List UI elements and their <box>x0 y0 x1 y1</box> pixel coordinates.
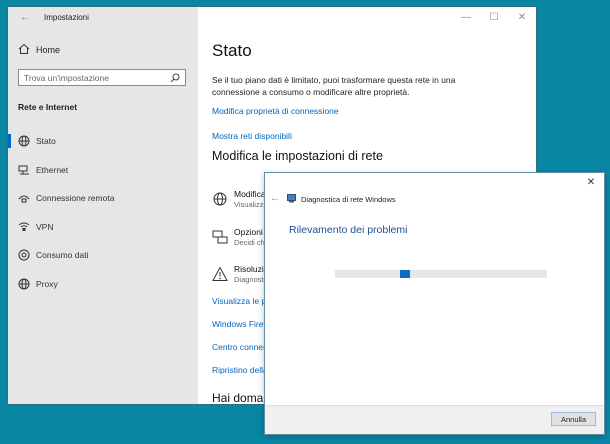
network-settings-heading: Modifica le impostazioni di rete <box>212 149 383 163</box>
ethernet-icon <box>18 164 30 176</box>
settings-titlebar: ← Impostazioni <box>8 7 536 29</box>
dialog-footer: Annulla <box>265 405 604 434</box>
view-properties-link[interactable]: Visualizza le p <box>212 296 266 306</box>
globe-icon <box>18 135 30 147</box>
data-usage-icon <box>18 249 30 261</box>
dialog-back-button[interactable]: ← <box>270 193 282 205</box>
home-icon <box>18 43 30 55</box>
close-button[interactable]: ✕ <box>514 10 530 26</box>
settings-sidebar: ← Impostazioni Home Trova un'impostazion… <box>8 7 198 404</box>
sidebar-item-label: Stato <box>36 136 56 146</box>
sidebar-item-label: VPN <box>36 222 54 232</box>
sidebar-item-proxy[interactable]: Proxy <box>8 274 198 294</box>
network-diagnostics-dialog: ✕ ← Diagnostica di rete Windows Rilevame… <box>264 172 605 435</box>
sharing-options-icon <box>212 229 228 245</box>
windows-firewall-link[interactable]: Windows Firev <box>212 319 268 329</box>
page-title: Stato <box>212 41 252 60</box>
sidebar-item-label: Connessione remota <box>36 193 115 203</box>
option-title: Opzioni <box>234 227 263 237</box>
option-subtitle: Diagnost <box>234 275 264 284</box>
cancel-button[interactable]: Annulla <box>551 412 596 426</box>
sidebar-item-connessione-remota[interactable]: Connessione remota <box>8 188 198 208</box>
network-reset-link[interactable]: Ripristino della <box>212 365 268 375</box>
progress-bar <box>335 270 547 278</box>
dialog-close-button[interactable]: ✕ <box>584 176 598 190</box>
maximize-button[interactable]: ☐ <box>486 10 502 26</box>
option-title: Modifica <box>234 189 266 199</box>
adapter-options-icon <box>212 191 228 207</box>
sidebar-item-label: Proxy <box>36 279 58 289</box>
dialog-app-title: Diagnostica di rete Windows <box>301 195 396 204</box>
proxy-icon <box>18 278 30 290</box>
section-title: Rete e Internet <box>18 102 78 112</box>
sidebar-item-ethernet[interactable]: Ethernet <box>8 160 198 180</box>
option-subtitle: Decidi ch <box>234 238 265 247</box>
sidebar-item-stato[interactable]: Stato <box>8 131 198 151</box>
sidebar-item-label: Ethernet <box>36 165 69 175</box>
warning-icon <box>212 266 228 282</box>
help-heading: Hai domar <box>212 391 268 404</box>
back-arrow-icon[interactable]: ← <box>18 11 32 25</box>
progress-indicator <box>400 270 410 278</box>
sidebar-item-consumo-dati[interactable]: Consumo dati <box>8 245 198 265</box>
diagnostics-app-icon <box>287 194 296 203</box>
sidebar-item-vpn[interactable]: VPN <box>8 217 198 237</box>
home-label: Home <box>36 45 61 55</box>
settings-search-input[interactable]: Trova un'impostazione <box>18 69 186 86</box>
vpn-icon <box>18 221 30 233</box>
connection-properties-link[interactable]: Modifica proprietà di connessione <box>212 106 339 116</box>
option-subtitle: Visualizza <box>234 200 268 209</box>
status-description: Se il tuo piano dati è limitato, puoi tr… <box>212 75 456 97</box>
dialup-icon <box>18 192 30 204</box>
option-title: Risoluzi <box>234 264 264 274</box>
available-networks-link[interactable]: Mostra reti disponibili <box>212 131 292 141</box>
network-center-link[interactable]: Centro conness <box>212 342 272 352</box>
search-placeholder: Trova un'impostazione <box>24 73 109 83</box>
sidebar-item-label: Consumo dati <box>36 250 89 260</box>
dialog-heading: Rilevamento dei problemi <box>289 224 408 236</box>
window-title: Impostazioni <box>44 13 89 22</box>
minimize-button[interactable]: — <box>458 10 474 26</box>
search-icon[interactable] <box>170 73 180 83</box>
